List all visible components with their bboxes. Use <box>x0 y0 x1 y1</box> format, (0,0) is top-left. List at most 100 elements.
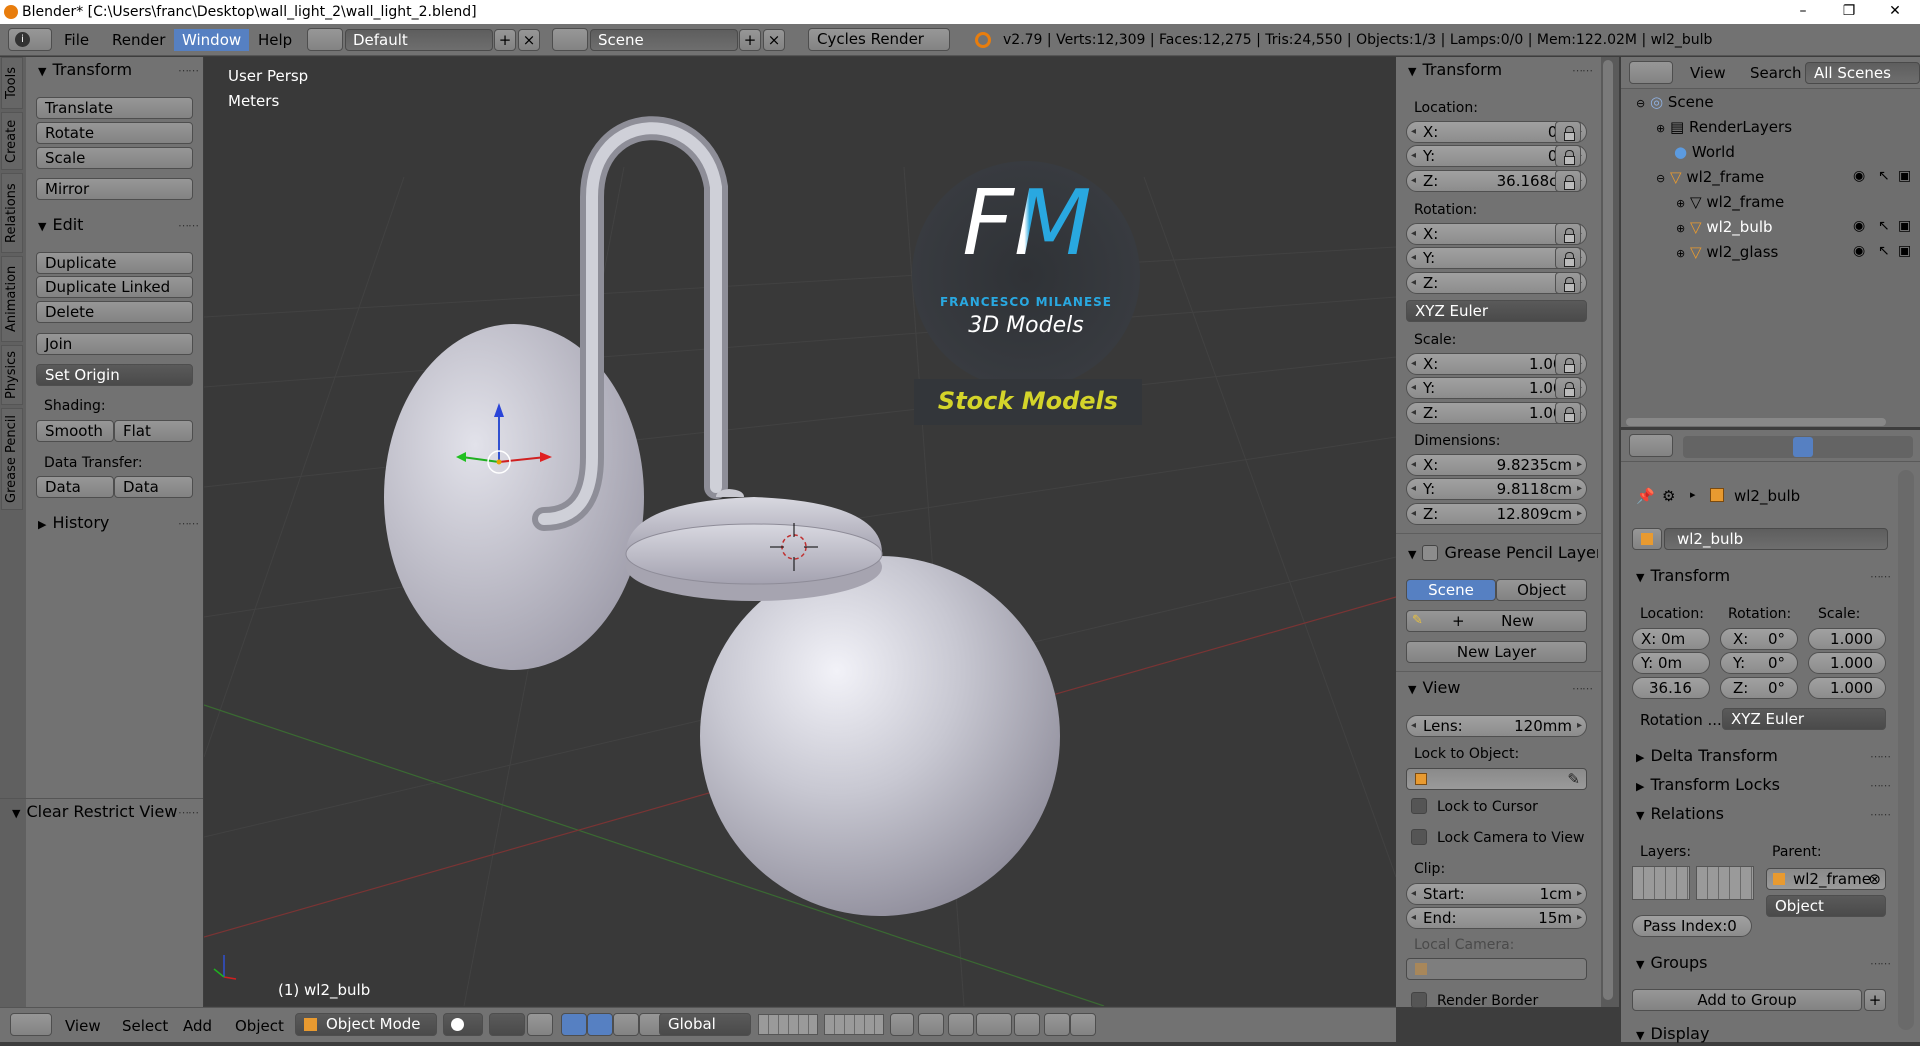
scale-button[interactable]: Scale <box>36 147 193 169</box>
properties-scrollbar[interactable] <box>1898 470 1914 1030</box>
outliner-row-wl2-glass[interactable]: ⊕ ▽ wl2_glass <box>1676 242 1778 264</box>
tab-grease-pencil[interactable]: Grease Pencil <box>1 408 23 510</box>
gp-new-button[interactable]: New <box>1406 610 1587 632</box>
delete-button[interactable]: Delete <box>36 301 193 323</box>
outliner-h-scrollbar[interactable] <box>1626 418 1886 426</box>
data-button[interactable]: Data <box>36 476 114 498</box>
layers-button-grid-2[interactable] <box>824 1014 884 1035</box>
add-scene-button[interactable]: + <box>739 29 761 51</box>
layers-grid-right[interactable] <box>1696 866 1754 900</box>
gp-new-layer-button[interactable]: New Layer <box>1406 641 1587 663</box>
outliner-row-renderlayers[interactable]: ⊕ ▤ RenderLayers <box>1656 117 1792 139</box>
gp-scene-button[interactable]: Scene <box>1406 579 1496 601</box>
history-header[interactable]: ▶ History <box>38 513 109 535</box>
remove-layout-button[interactable]: × <box>518 29 540 51</box>
eye-icon[interactable]: ◉ <box>1853 218 1865 234</box>
add-group-plus-button[interactable]: + <box>1864 989 1886 1011</box>
scene-icon[interactable] <box>552 28 588 51</box>
clear-restrict-header[interactable]: ▼ Clear Restrict View <box>12 802 177 824</box>
scale-manipulator-icon[interactable] <box>613 1013 639 1036</box>
menu-add[interactable]: Add <box>183 1015 212 1037</box>
translate-button[interactable]: Translate <box>36 97 193 119</box>
smooth-button[interactable]: Smooth <box>36 420 114 442</box>
outliner-row-wl2-bulb[interactable]: ⊕ ▽ wl2_bulb <box>1676 217 1773 239</box>
cursor-select-icon[interactable]: ↖ <box>1878 168 1890 184</box>
cursor-select-icon[interactable]: ↖ <box>1878 243 1890 259</box>
menu-file[interactable]: File <box>64 29 89 51</box>
props-rot-z[interactable]: Z: 0° <box>1720 677 1798 699</box>
lock-icon[interactable] <box>1555 272 1581 294</box>
join-button[interactable]: Join <box>36 333 193 355</box>
set-origin-select[interactable]: Set Origin <box>36 364 193 386</box>
drag-handle-icon[interactable]: ⋯⋯ <box>178 517 199 530</box>
viewport-shading-select[interactable] <box>443 1013 483 1036</box>
minimize-button[interactable]: – <box>1780 0 1826 24</box>
collapse-icon[interactable]: ⊖ <box>1656 172 1665 185</box>
drag-handle-icon[interactable]: ⋯⋯ <box>1572 64 1593 77</box>
display-header[interactable]: ▼ Display <box>1636 1024 1709 1046</box>
props-rot-x[interactable]: X: 0° <box>1720 628 1798 650</box>
lock-icon[interactable] <box>1555 121 1581 143</box>
bulb-sphere[interactable] <box>700 556 1060 916</box>
relations-header[interactable]: ▼ Relations <box>1636 804 1724 826</box>
view-header[interactable]: ▼ View <box>1408 678 1460 700</box>
menu-window[interactable]: Window <box>174 29 250 51</box>
rotate-button[interactable]: Rotate <box>36 122 193 144</box>
props-rot-y[interactable]: Y: 0° <box>1720 652 1798 674</box>
pivot-point-select[interactable] <box>489 1013 525 1036</box>
menu-view[interactable]: View <box>65 1015 101 1037</box>
props-rotation-mode-select[interactable]: XYZ Euler <box>1722 708 1886 730</box>
eye-icon[interactable]: ◉ <box>1853 168 1865 184</box>
wall-plate[interactable] <box>384 324 644 670</box>
outliner-menu-view[interactable]: View <box>1690 62 1726 84</box>
lens-field[interactable]: ◂ Lens: 120mm ▸ <box>1406 715 1587 737</box>
flat-button[interactable]: Flat <box>114 420 193 442</box>
tab-create[interactable]: Create <box>1 112 23 170</box>
object-datablock-icon[interactable] <box>1632 528 1662 550</box>
tab-animation[interactable]: Animation <box>1 256 23 342</box>
add-layout-button[interactable]: + <box>494 29 516 51</box>
toolshelf-transform-header[interactable]: ▼ Transform <box>38 60 132 82</box>
lock-to-cursor-checkbox[interactable] <box>1411 798 1427 814</box>
proportional-edit-icon[interactable] <box>918 1013 944 1036</box>
lock-object-field[interactable]: ✎ <box>1406 768 1587 790</box>
layers-grid-left[interactable] <box>1632 866 1690 900</box>
property-tabs[interactable] <box>1683 436 1913 458</box>
lock-icon[interactable] <box>1555 377 1581 399</box>
outliner-row-scene[interactable]: ⊖ ◎ Scene <box>1636 92 1714 114</box>
parent-type-select[interactable]: Object <box>1766 895 1886 917</box>
snap-element-select[interactable] <box>976 1013 1012 1036</box>
clip-start-field[interactable]: ◂ Start: 1cm ▸ <box>1406 883 1587 905</box>
rotate-manipulator-icon[interactable] <box>587 1013 613 1036</box>
layout-name-field[interactable]: Default <box>345 29 493 51</box>
drag-handle-icon[interactable]: ⋯⋯ <box>1870 750 1891 763</box>
properties-editor-type[interactable] <box>1629 434 1673 457</box>
drag-handle-icon[interactable]: ⋯⋯ <box>178 219 199 232</box>
np-transform-header[interactable]: ▼ Transform <box>1408 60 1502 82</box>
cursor-select-icon[interactable]: ↖ <box>1878 218 1890 234</box>
tab-tools[interactable]: Tools <box>1 57 23 109</box>
delta-transform-header[interactable]: ▶ Delta Transform <box>1636 746 1778 768</box>
mode-select[interactable]: Object Mode <box>295 1013 437 1036</box>
object-tab-icon[interactable] <box>1793 437 1813 457</box>
outliner-menu-search[interactable]: Search <box>1750 62 1802 84</box>
lock-icon[interactable] <box>1555 353 1581 375</box>
menu-select[interactable]: Select <box>122 1015 168 1037</box>
expand-icon[interactable]: ⊕ <box>1676 247 1685 260</box>
snap-target-icon[interactable] <box>1014 1013 1040 1036</box>
add-to-group-button[interactable]: Add to Group <box>1632 989 1862 1011</box>
drag-handle-icon[interactable]: ⋯⋯ <box>178 64 199 77</box>
duplicate-button[interactable]: Duplicate <box>36 252 193 274</box>
maximize-button[interactable]: ❐ <box>1826 0 1872 24</box>
render-animation-icon[interactable] <box>1070 1013 1096 1036</box>
render-engine-select[interactable]: Cycles Render <box>808 28 950 51</box>
props-loc-x[interactable]: X: 0m <box>1632 628 1710 650</box>
drag-handle-icon[interactable]: ⋯⋯ <box>178 806 199 819</box>
drag-handle-icon[interactable]: ⋯⋯ <box>1870 570 1891 583</box>
pin-icon[interactable]: 📌 <box>1636 487 1655 505</box>
props-transform-header[interactable]: ▼ Transform <box>1636 566 1730 588</box>
3d-viewport[interactable]: User Persp Meters (1) wl2_bulb FM FRANCE… <box>204 57 1396 1006</box>
viewport-editor-type[interactable] <box>10 1013 52 1036</box>
tab-physics[interactable]: Physics <box>1 345 23 405</box>
props-loc-z[interactable]: 36.16 <box>1632 677 1710 699</box>
